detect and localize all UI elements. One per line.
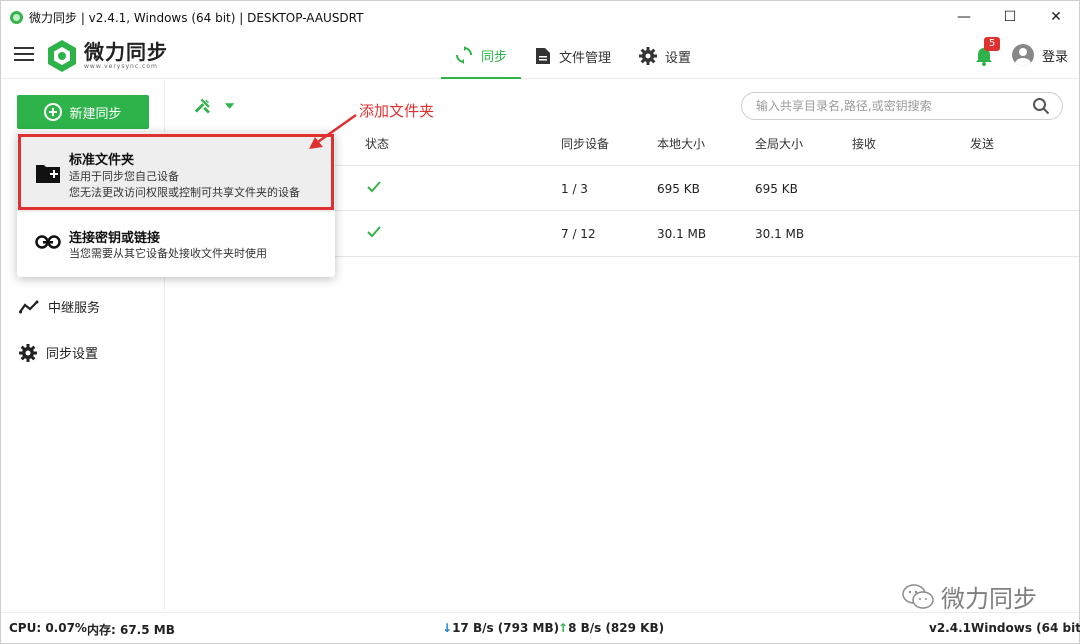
cpu-usage: CPU: 0.07% bbox=[9, 621, 87, 635]
maximize-button[interactable]: ☐ bbox=[987, 1, 1033, 33]
logo-url: www.verysync.com bbox=[84, 63, 158, 70]
menu-item-title: 标准文件夹 bbox=[69, 153, 135, 168]
menu-item-desc: 您无法更改访问权限或控制可共享文件夹的设备 bbox=[69, 186, 300, 199]
column-header[interactable]: 发送 bbox=[970, 135, 994, 152]
sidebar-item-label: 中继服务 bbox=[48, 301, 101, 316]
sidebar-item-sync-settings[interactable]: 同步设置 bbox=[19, 343, 98, 362]
tools-dropdown[interactable] bbox=[193, 95, 235, 117]
tab-file-manager[interactable]: 文件管理 bbox=[521, 33, 625, 79]
menu-item-standard-folder[interactable]: 标准文件夹 适用于同步您自己设备 您无法更改访问权限或控制可共享文件夹的设备 bbox=[17, 132, 335, 212]
menu-icon[interactable] bbox=[14, 47, 34, 63]
cell-devices: 7 / 12 bbox=[561, 227, 596, 241]
column-header[interactable]: 本地大小 bbox=[657, 135, 705, 152]
sync-icon bbox=[456, 46, 472, 64]
cell-global-size: 695 KB bbox=[755, 182, 798, 196]
search-icon[interactable] bbox=[1032, 97, 1050, 115]
close-button[interactable]: ✕ bbox=[1033, 1, 1079, 33]
cell-devices: 1 / 3 bbox=[561, 182, 588, 196]
tools-icon bbox=[194, 98, 210, 114]
app-window: 微力同步 | v2.4.1, Windows (64 bit) | DESKTO… bbox=[0, 0, 1080, 644]
file-icon bbox=[536, 48, 551, 64]
minimize-button[interactable]: — bbox=[941, 1, 987, 33]
window-controls: — ☐ ✕ bbox=[941, 1, 1079, 33]
search-box bbox=[741, 92, 1063, 120]
cell-global-size: 30.1 MB bbox=[755, 227, 805, 241]
watermark: 微力同步 bbox=[901, 579, 1037, 614]
check-icon bbox=[367, 181, 381, 193]
app-icon bbox=[10, 10, 23, 24]
app-header: 微力同步 www.verysync.com 同步 文件管理 设置 5 登录 bbox=[1, 33, 1079, 79]
logo-title: 微力同步 bbox=[84, 40, 168, 64]
new-sync-label: 新建同步 bbox=[69, 106, 122, 122]
notification-badge: 5 bbox=[984, 37, 1000, 51]
tab-settings[interactable]: 设置 bbox=[625, 33, 705, 79]
search-input[interactable] bbox=[756, 99, 1026, 113]
menu-item-desc: 适用于同步您自己设备 bbox=[69, 170, 179, 183]
platform-info: Windows (64 bit) bbox=[971, 621, 1080, 635]
download-rate: ↓17 B/s (793 MB) bbox=[442, 621, 559, 635]
check-icon bbox=[367, 226, 381, 238]
cell-local-size: 695 KB bbox=[657, 182, 700, 196]
chevron-down-icon bbox=[224, 103, 235, 109]
upload-rate-value: 8 B/s (829 KB) bbox=[568, 621, 665, 635]
column-header[interactable]: 同步设备 bbox=[561, 135, 609, 152]
tab-sync-label: 同步 bbox=[481, 49, 508, 65]
gear-icon bbox=[639, 47, 658, 65]
link-icon bbox=[35, 235, 61, 249]
app-logo: 微力同步 www.verysync.com bbox=[46, 39, 168, 73]
menu-item-desc: 当您需要从其它设备处接收文件夹时使用 bbox=[69, 247, 267, 260]
tab-file-manager-label: 文件管理 bbox=[559, 50, 612, 66]
window-title: 微力同步 | v2.4.1, Windows (64 bit) | DESKTO… bbox=[29, 10, 364, 25]
title-bar: 微力同步 | v2.4.1, Windows (64 bit) | DESKTO… bbox=[1, 1, 1079, 33]
arrow-up-icon: ↑ bbox=[558, 621, 569, 635]
arrow-down-icon: ↓ bbox=[442, 621, 453, 635]
column-header[interactable]: 接收 bbox=[852, 135, 876, 152]
menu-item-connect-key[interactable]: 连接密钥或链接 当您需要从其它设备处接收文件夹时使用 bbox=[17, 218, 335, 274]
column-header[interactable]: 状态 bbox=[365, 135, 389, 152]
login-link[interactable]: 登录 bbox=[1042, 46, 1068, 65]
gear-icon bbox=[19, 343, 37, 362]
column-header[interactable]: 全局大小 bbox=[755, 135, 803, 152]
tab-settings-label: 设置 bbox=[665, 50, 692, 66]
cell-local-size: 30.1 MB bbox=[657, 227, 707, 241]
relay-icon bbox=[19, 300, 39, 313]
avatar-icon bbox=[1012, 44, 1034, 66]
status-bar: CPU: 0.07% 内存: 67.5 MB ↓17 B/s (793 MB) … bbox=[1, 612, 1080, 643]
add-folder-icon bbox=[36, 165, 60, 183]
sidebar-item-label: 同步设置 bbox=[46, 347, 99, 362]
logo-icon bbox=[48, 40, 76, 72]
tab-sync[interactable]: 同步 bbox=[441, 33, 522, 79]
annotation-arrow bbox=[309, 113, 357, 149]
app-version: v2.4.1 bbox=[929, 621, 971, 635]
memory-usage: 内存: 67.5 MB bbox=[87, 623, 175, 637]
annotation-label: 添加文件夹 bbox=[359, 102, 435, 120]
main-nav: 同步 文件管理 设置 bbox=[441, 33, 705, 79]
new-sync-button[interactable]: 新建同步 bbox=[17, 95, 149, 129]
new-sync-dropdown: 标准文件夹 适用于同步您自己设备 您无法更改访问权限或控制可共享文件夹的设备 连… bbox=[17, 132, 335, 277]
watermark-text: 微力同步 bbox=[941, 585, 1037, 613]
sidebar-item-relay[interactable]: 中继服务 bbox=[19, 297, 100, 316]
chat-bubble-icon bbox=[902, 583, 934, 609]
upload-rate: ↑8 B/s (829 KB) bbox=[558, 621, 664, 635]
download-rate-value: 17 B/s (793 MB) bbox=[452, 621, 560, 635]
user-login[interactable]: 登录 bbox=[1012, 44, 1068, 66]
menu-item-title: 连接密钥或链接 bbox=[69, 231, 161, 246]
plus-circle-icon bbox=[44, 103, 63, 121]
